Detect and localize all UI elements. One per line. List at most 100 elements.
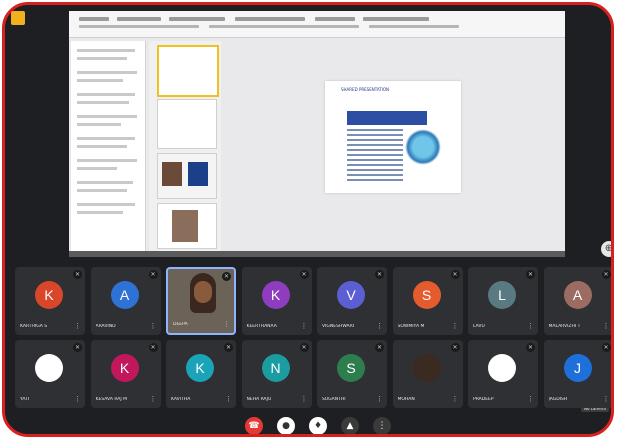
participant-name: KESAVA RAJ M — [95, 397, 128, 402]
mic-muted-icon: ✕ — [299, 343, 309, 352]
tile-menu-icon[interactable]: ⋮ — [301, 323, 308, 330]
tile-menu-icon[interactable]: ⋮ — [150, 323, 157, 330]
tile-menu-icon[interactable]: ⋮ — [603, 323, 610, 330]
participant-tile[interactable]: ✕ Pradeep ⋮ — [468, 340, 538, 408]
mic-muted-icon: ✕ — [224, 343, 233, 352]
participant-tile[interactable]: ✕ J JAGDISH ⋮ — [543, 340, 611, 408]
avatar: L — [488, 281, 516, 309]
end-call-button[interactable]: ☎ — [245, 417, 263, 434]
avatar: K — [186, 354, 214, 382]
current-slide: SHARED PRESENTATION — [325, 81, 461, 193]
meeting-window: SHARED PRESENTATION ⊕ No camera ☎ ● ♦ ▲ … — [2, 2, 614, 437]
participant-tile[interactable]: ✕ Mohan ⋮ — [392, 340, 463, 408]
tile-menu-icon[interactable]: ⋮ — [74, 323, 81, 330]
avatar: V — [337, 281, 365, 309]
expand-icon[interactable]: ⊕ — [601, 241, 611, 257]
outline-line — [77, 57, 127, 60]
participant-name: NEHA RAJU — [246, 397, 272, 402]
outline-line — [77, 123, 121, 126]
participant-tile[interactable]: ✕ S SOWMIYA M ⋮ — [392, 267, 463, 335]
participant-tile[interactable]: ✕ L Lavu ⋮ — [468, 267, 538, 335]
participant-tile[interactable]: ✕ S SUGANTHI ⋮ — [317, 340, 387, 408]
outline-line — [77, 101, 129, 104]
slide-thumbnail[interactable] — [157, 99, 217, 149]
tile-menu-icon[interactable]: ⋮ — [527, 323, 534, 330]
slide-artwork — [405, 129, 441, 165]
thumb-photo — [172, 210, 198, 242]
ribbon-group — [235, 17, 305, 21]
outline-line — [77, 189, 127, 192]
outline-line — [77, 115, 137, 118]
outline-line — [77, 203, 135, 206]
outline-line — [77, 71, 137, 74]
outline-line — [77, 93, 135, 96]
avatar: A — [563, 281, 592, 309]
mic-muted-icon: ✕ — [450, 343, 460, 352]
camera-button[interactable]: ● — [277, 417, 295, 434]
avatar: A — [110, 281, 139, 309]
outline-line — [77, 145, 127, 148]
slide-body-text — [347, 129, 403, 183]
mic-muted-icon: ✕ — [601, 343, 611, 352]
avatar: N — [261, 354, 290, 382]
outline-line — [77, 159, 137, 162]
mic-muted-icon: ✕ — [601, 270, 611, 279]
tile-menu-icon[interactable]: ⋮ — [527, 396, 534, 403]
ribbon-group — [79, 17, 109, 21]
participant-tile[interactable]: ✕ K Kavitha ⋮ — [166, 340, 236, 408]
tile-menu-icon[interactable]: ⋮ — [603, 396, 610, 403]
tile-menu-icon[interactable]: ⋮ — [452, 396, 459, 403]
ribbon-row — [369, 25, 459, 28]
slide-thumbnail[interactable] — [157, 203, 217, 249]
shared-screen: SHARED PRESENTATION — [69, 11, 565, 257]
participant-tile[interactable]: ✕ K KEERTHANAA ⋮ — [241, 267, 312, 335]
thumb-photo — [162, 162, 182, 186]
mic-muted-icon: ✕ — [148, 343, 158, 352]
slide-thumbnails[interactable] — [149, 41, 221, 251]
avatar — [488, 354, 516, 382]
avatar: K — [35, 281, 63, 309]
participant-name: Aravind — [95, 324, 116, 329]
tile-menu-icon[interactable]: ⋮ — [225, 396, 232, 403]
participant-tile[interactable]: ✕ K KESAVA RAJ M ⋮ — [90, 340, 161, 408]
mic-muted-icon: ✕ — [222, 272, 231, 281]
participant-tile[interactable]: ✕ K KARTHIGA S ⋮ — [15, 267, 85, 335]
slide-banner — [347, 111, 427, 125]
ribbon-group — [169, 17, 225, 21]
slide-thumbnail[interactable] — [157, 153, 217, 199]
participant-name: SOWMIYA M — [397, 324, 425, 329]
participant-tile[interactable]: ✕ A Aravind ⋮ — [90, 267, 161, 335]
participant-tile[interactable]: ✕ N NEHA RAJU ⋮ — [241, 340, 312, 408]
mic-muted-icon: ✕ — [526, 343, 535, 352]
participant-name: KEERTHANAA — [246, 324, 277, 329]
video-face — [194, 281, 212, 303]
avatar: J — [563, 354, 592, 382]
avatar: S — [337, 354, 365, 382]
tile-menu-icon[interactable]: ⋮ — [150, 396, 157, 403]
microphone-button[interactable]: ♦ — [309, 417, 327, 434]
tile-menu-icon[interactable]: ⋮ — [376, 396, 383, 403]
mic-muted-icon: ✕ — [299, 270, 309, 279]
slide-thumbnail[interactable] — [157, 45, 219, 97]
outline-line — [77, 137, 135, 140]
avatar: S — [412, 281, 441, 309]
participant-tile[interactable]: ✕ Deepa ⋮ — [166, 267, 236, 335]
participant-name: KARTHIGA S — [20, 324, 48, 329]
participant-tile[interactable]: ✕ A MALARVIZHI T ⋮ — [543, 267, 611, 335]
tile-menu-icon[interactable]: ⋮ — [452, 323, 459, 330]
outline-line — [77, 49, 135, 52]
avatar — [35, 354, 63, 382]
participant-tile[interactable]: ✕ Yati ⋮ — [15, 340, 85, 408]
avatar: K — [261, 281, 290, 309]
participant-tile[interactable]: ✕ V VIGNESHWARI ⋮ — [317, 267, 387, 335]
mic-muted-icon: ✕ — [148, 270, 158, 279]
present-button[interactable]: ▲ — [341, 417, 359, 434]
more-options-button[interactable]: ⋮ — [373, 417, 391, 434]
tile-menu-icon[interactable]: ⋮ — [301, 396, 308, 403]
mic-muted-icon: ✕ — [73, 343, 82, 352]
outline-line — [77, 181, 133, 184]
tile-menu-icon[interactable]: ⋮ — [376, 323, 383, 330]
tile-menu-icon[interactable]: ⋮ — [223, 321, 230, 328]
tile-menu-icon[interactable]: ⋮ — [74, 396, 81, 403]
participant-name: Kavitha — [171, 397, 191, 402]
